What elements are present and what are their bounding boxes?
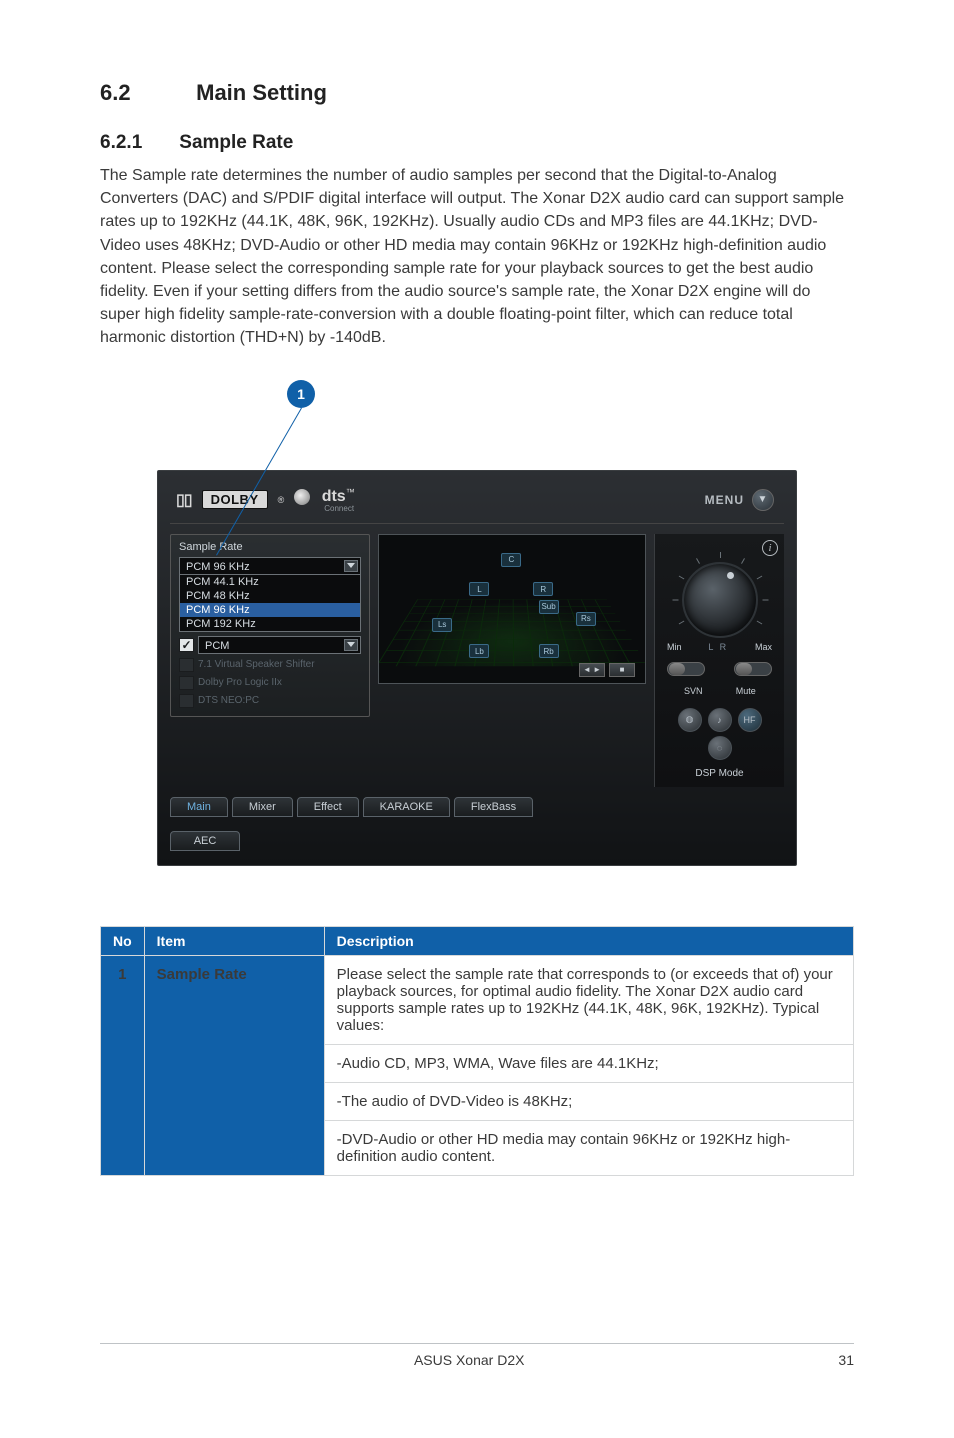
description-table: No Item Description 1 Sample Rate Please… [100,926,854,1176]
col-description: Description [324,926,853,955]
page-footer: ASUS Xonar D2X 31 [100,1343,854,1368]
tab-karaoke[interactable]: KARAOKE [363,797,450,817]
left-pane: Sample Rate PCM 96 KHz PCM 44.1 KHz PCM … [170,534,370,787]
speaker-l-icon[interactable]: L [469,582,489,596]
toggle-label-row: SVN Mute [661,686,778,696]
speaker-ls-icon[interactable]: Ls [432,618,452,632]
app-topbar: ▯▯ DOLBY ® dts™ Connect MENU ▼ [170,483,784,524]
dsp-extra-icon[interactable]: ◌ [708,736,732,760]
dolby-logo-pre: ▯▯ [176,490,192,510]
speaker-rs-icon[interactable]: Rs [576,612,596,626]
subsection-heading: Sample Rate [179,132,293,153]
subsection-title: 6.2.1 Sample Rate [100,132,854,154]
checkbox-icon[interactable] [179,676,194,690]
chevron-down-icon[interactable] [344,639,358,651]
toggle-row [661,662,778,676]
sample-rate-label: Sample Rate [179,541,361,553]
svn-toggle[interactable] [667,662,705,676]
virtual-speaker-label: 7.1 Virtual Speaker Shifter [198,659,315,670]
speaker-rb-icon[interactable]: Rb [539,644,559,658]
speaker-r-icon[interactable]: R [533,582,553,596]
sample-rate-selected: PCM 96 KHz [186,561,250,573]
row1-item: Sample Rate [144,955,324,1175]
col-no: No [101,926,145,955]
output-format-combo[interactable]: PCM [198,636,361,654]
dsp-globe-icon[interactable]: ◍ [678,708,702,732]
tab-row: Main Mixer Effect KARAOKE FlexBass [170,797,784,817]
speaker-sub-icon[interactable]: Sub [539,600,559,614]
virtual-speaker-row[interactable]: 7.1 Virtual Speaker Shifter [179,658,361,672]
dts-connect-label: Connect [324,504,354,513]
menu-label: MENU [705,493,744,507]
callout-wrap: 1 [157,380,797,450]
dsp-hf-button[interactable]: HF [738,708,762,732]
section-heading: Main Setting [196,80,327,105]
speaker-controls: ◄ ► ■ [579,663,635,677]
dolby-registered: ® [278,495,285,505]
app-screenshot: ▯▯ DOLBY ® dts™ Connect MENU ▼ Sample Ra… [157,470,797,866]
dts-neo-label: DTS NEO:PC [198,695,259,706]
svn-label: SVN [667,686,720,696]
row1-p2: -Audio CD, MP3, WMA, Wave files are 44.1… [324,1044,853,1082]
sample-rate-combo[interactable]: PCM 96 KHz [179,557,361,575]
dts-neo-row[interactable]: DTS NEO:PC [179,694,361,708]
dsp-row-2: ◌ [708,736,732,760]
chevron-down-icon[interactable] [344,560,358,572]
dsp-row: ◍ ♪ HF [678,708,762,732]
dsp-headphone-icon[interactable]: ♪ [708,708,732,732]
row1-no: 1 [101,955,145,1175]
dolby-logo: DOLBY [202,490,268,509]
body-paragraph: The Sample rate determines the number of… [100,164,854,350]
rate-option[interactable]: PCM 96 KHz [180,603,360,617]
tab-main[interactable]: Main [170,797,228,817]
dts-logo: dts™ Connect [294,487,354,513]
speaker-c-icon[interactable]: C [501,553,521,567]
output-format-row: ✓ PCM [179,636,361,654]
mute-toggle[interactable] [734,662,772,676]
dsp-mode-label: DSP Mode [695,768,743,779]
rotate-button[interactable]: ◄ ► [579,663,605,677]
tab-mixer[interactable]: Mixer [232,797,293,817]
sample-rate-dropdown: PCM 44.1 KHz PCM 48 KHz PCM 96 KHz PCM 1… [179,575,361,632]
tab-flexbass[interactable]: FlexBass [454,797,533,817]
rate-option[interactable]: PCM 48 KHz [180,589,360,603]
mute-label: Mute [720,686,773,696]
volume-knob-wrap [682,562,758,638]
dolby-prologic-row[interactable]: Dolby Pro Logic IIx [179,676,361,690]
dts-disc-icon [294,489,310,505]
grid-3d [378,599,646,666]
sample-rate-panel: Sample Rate PCM 96 KHz PCM 44.1 KHz PCM … [170,534,370,717]
app-body: Sample Rate PCM 96 KHz PCM 44.1 KHz PCM … [170,524,784,787]
speaker-3d-panel: C L R Sub Ls Rs Lb Rb ◄ ► ■ [378,534,646,684]
row1-p1: Please select the sample rate that corre… [324,955,853,1044]
output-format-check-icon[interactable]: ✓ [179,638,194,652]
dolby-prologic-label: Dolby Pro Logic IIx [198,677,282,688]
col-item: Item [144,926,324,955]
stop-button[interactable]: ■ [609,663,635,677]
footer-product: ASUS Xonar D2X [414,1352,525,1368]
menu-dropdown-button[interactable]: ▼ [752,489,774,511]
tab-effect[interactable]: Effect [297,797,359,817]
row1-p3: -The audio of DVD-Video is 48KHz; [324,1082,853,1120]
subsection-number: 6.2.1 [100,132,174,154]
checkbox-icon[interactable] [179,658,194,672]
callout-marker-1: 1 [287,380,315,408]
section-title: 6.2 Main Setting [100,80,854,106]
speaker-lb-icon[interactable]: Lb [469,644,489,658]
menu-area: MENU ▼ [705,489,774,511]
rate-option[interactable]: PCM 44.1 KHz [180,575,360,589]
right-rail: i Min L R Max [654,534,784,787]
volume-knob[interactable] [682,562,758,638]
checkbox-icon[interactable] [179,694,194,708]
output-format-selected: PCM [205,640,229,652]
tab-row-2: AEC [170,827,784,851]
rate-option[interactable]: PCM 192 KHz [180,617,360,631]
footer-page: 31 [838,1352,854,1368]
section-number: 6.2 [100,80,190,106]
row1-p4: -DVD-Audio or other HD media may contain… [324,1120,853,1175]
tab-aec[interactable]: AEC [170,831,240,851]
